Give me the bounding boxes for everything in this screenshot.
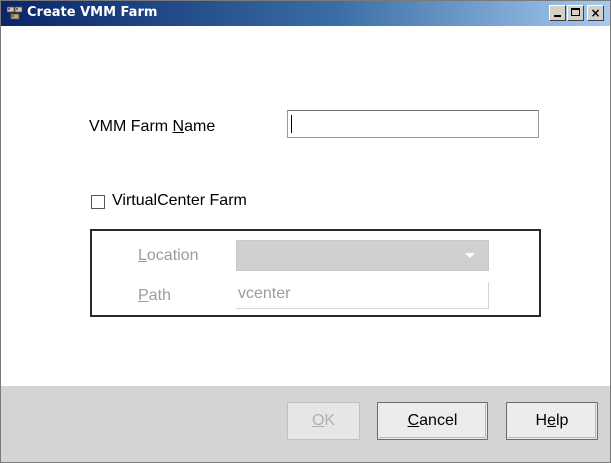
ok-button[interactable]: OK <box>287 402 360 440</box>
location-label: Location <box>138 247 199 264</box>
path-label: Path <box>138 287 171 304</box>
path-field[interactable]: vcenter <box>236 282 489 309</box>
farm-name-label: VMM Farm Name <box>89 118 216 135</box>
create-vmm-farm-dialog: Create VMM Farm × VMM Farm Name VirtualC… <box>0 0 611 463</box>
close-icon: × <box>590 6 601 20</box>
farm-name-input[interactable] <box>287 110 539 138</box>
virtualcenter-farm-checkbox[interactable] <box>91 195 105 209</box>
maximize-icon <box>571 8 580 16</box>
location-dropdown[interactable] <box>236 240 489 271</box>
chevron-down-icon[interactable] <box>465 253 475 258</box>
help-button[interactable]: Help <box>506 402 598 440</box>
window-title: Create VMM Farm <box>27 5 158 20</box>
title-bar[interactable]: Create VMM Farm × <box>1 1 610 26</box>
text-cursor <box>291 115 292 133</box>
virtualcenter-farm-label[interactable]: VirtualCenter Farm <box>112 192 247 210</box>
maximize-button[interactable] <box>567 5 584 21</box>
minimize-icon <box>554 15 561 17</box>
vmm-farm-icon <box>6 6 23 21</box>
close-button[interactable]: × <box>587 5 604 21</box>
cancel-button[interactable]: Cancel <box>377 402 488 440</box>
minimize-button[interactable] <box>549 5 566 21</box>
